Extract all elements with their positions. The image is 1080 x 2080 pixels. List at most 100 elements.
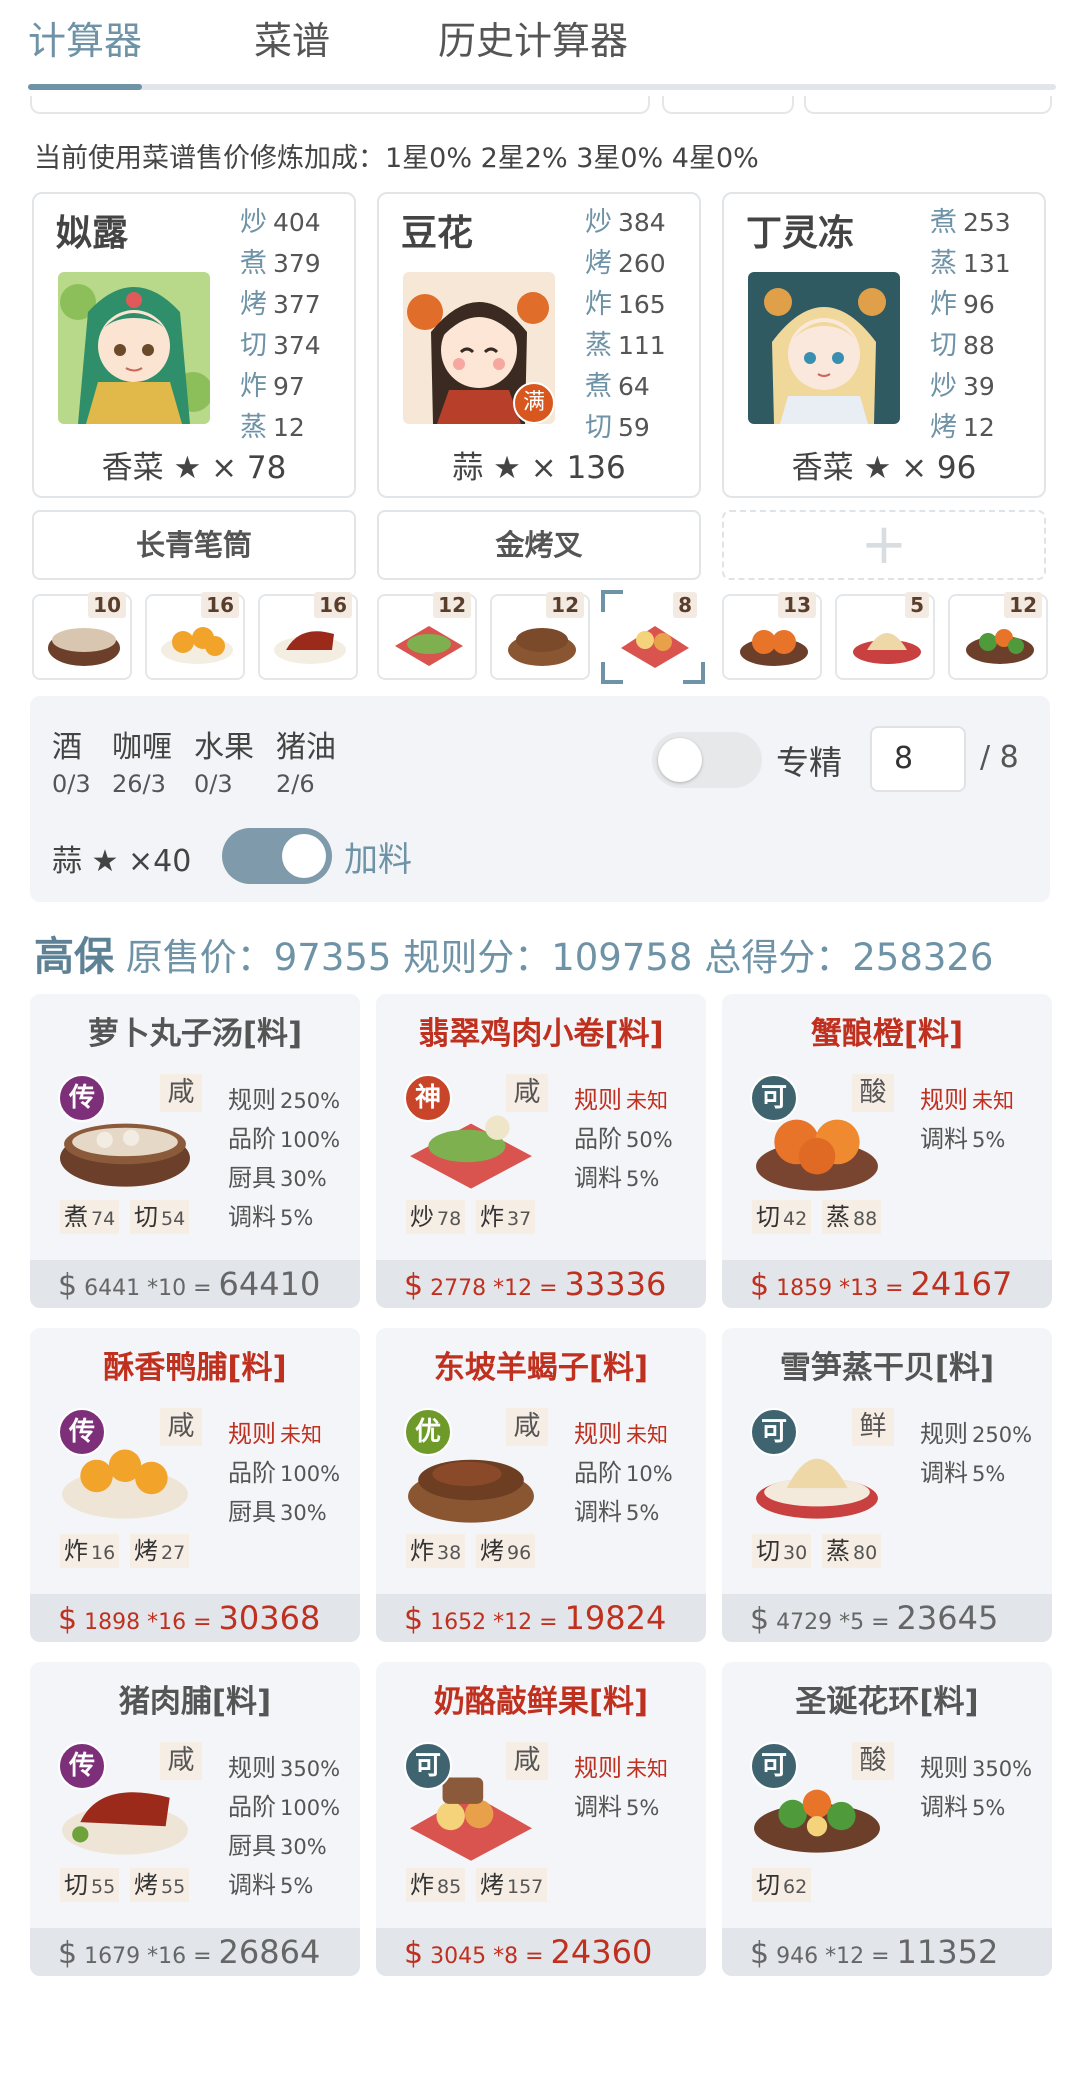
- dish-price-row: $ 1859 *13 = 24167: [722, 1260, 1052, 1308]
- dish-slot-selected[interactable]: 8: [601, 590, 705, 684]
- stat-label: 调料: [574, 1498, 622, 1526]
- tab-history-calculator[interactable]: 历史计算器: [438, 10, 628, 65]
- condition-label: 酒: [52, 730, 82, 765]
- currency-symbol: $: [750, 1936, 770, 1971]
- chef-card[interactable]: 豆花 满 炒 384 烤 260 炸 165 蒸 111 煮 64 切 59 蒜 ★ × 1…: [377, 192, 701, 498]
- collapsed-select[interactable]: [804, 96, 1052, 114]
- price-formula: 1898 *16: [84, 1610, 187, 1635]
- dish-title: 雪笋蒸干贝[料]: [779, 1350, 995, 1386]
- stat-value: 100%: [280, 1128, 341, 1152]
- dish-card[interactable]: 翡翠鸡肉小卷[料] 神咸规则 未知 品阶 50% 调料 5% 炒 78 炸 37 $ 2778 *12…: [376, 994, 706, 1308]
- req-label: 蒸: [826, 1203, 850, 1231]
- dish-stats: 规则 250% 调料 5%: [920, 1414, 1032, 1492]
- stat-label: 调料: [228, 1203, 276, 1231]
- condition-value: 0/3: [52, 770, 91, 798]
- req-value: 78: [437, 1208, 462, 1230]
- req-label: 炒: [410, 1203, 434, 1231]
- skill-label: 蒸: [240, 412, 267, 443]
- dish-stat: 调料 5%: [228, 1197, 340, 1236]
- toggle-knob: [658, 738, 702, 782]
- dish-slot[interactable]: 10: [32, 592, 132, 680]
- chef-skill-list: 炒 384 烤 260 炸 165 蒸 111 煮 64 切 59: [585, 200, 666, 446]
- dish-card[interactable]: 奶酪敲鲜果[料] 可 咸规则 未知 调料 5% 炸 85 烤 157 $ 3045 *8 = 243…: [376, 1662, 706, 1976]
- dish-slot[interactable]: 16: [145, 592, 245, 680]
- dish-card[interactable]: 圣诞花环[料] 可酸规则 350% 调料 5% 切 62 $ 946 *12 = 11352: [722, 1662, 1052, 1976]
- dish-card[interactable]: 萝卜丸子汤[料] 传咸规则 250% 品阶 100% 厨具 30% 调料 5% 煮 74 切 54 $ 6…: [30, 994, 360, 1308]
- dish-stats: 规则 未知 调料 5%: [920, 1080, 1014, 1158]
- dish-total: 24167: [910, 1265, 1013, 1303]
- skill-value: 64: [618, 372, 650, 401]
- price-formula: 4729 *5: [776, 1610, 865, 1635]
- req-value: 88: [853, 1208, 878, 1230]
- mastery-label: 专精: [776, 743, 842, 782]
- dish-stat: 厨具 30%: [228, 1826, 340, 1865]
- taste-badge: 咸: [506, 1742, 548, 1780]
- dish-stat: 品阶 10%: [574, 1453, 673, 1492]
- dish-stat: 品阶 100%: [228, 1787, 340, 1826]
- recipe-bonus-text: 当前使用菜谱售价修炼加成：1星0% 2星2% 3星0% 4星0%: [34, 143, 759, 174]
- req-label: 烤: [134, 1871, 158, 1899]
- stat-value: 未知: [626, 1423, 668, 1447]
- req-label: 炸: [410, 1871, 434, 1899]
- dish-card[interactable]: 东坡羊蝎子[料] 优咸规则 未知 品阶 10% 调料 5% 炸 38 烤 96 $ 1652 *12 …: [376, 1328, 706, 1642]
- skill-value: 374: [273, 331, 321, 360]
- equals-sign: =: [193, 1276, 212, 1301]
- stat-value: 100%: [280, 1796, 341, 1820]
- price-formula: 3045 *8: [430, 1944, 519, 1969]
- skill-requirement: 炸 37: [476, 1200, 536, 1234]
- dish-card[interactable]: 酥香鸭脯[料] 传咸规则 未知 品阶 100% 厨具 30% 炸 16 烤 27 $ 1898 *16…: [30, 1328, 360, 1642]
- chef-card[interactable]: 姒露 炒 404 煮 379 烤 377 切 374 炸 97 蒸 12 香菜 ★ × 78: [32, 192, 356, 498]
- mastery-toggle[interactable]: [652, 732, 762, 788]
- dish-slot[interactable]: 12: [377, 592, 477, 680]
- skill-label: 切: [585, 412, 612, 443]
- add-equipment-button[interactable]: +: [722, 510, 1046, 580]
- tab-recipes[interactable]: 菜谱: [254, 10, 330, 65]
- skill-label: 炸: [585, 289, 612, 320]
- skill-label: 煮: [240, 248, 267, 279]
- garlic-count: 蒜 ★ ×40: [52, 844, 192, 879]
- dish-card[interactable]: 蟹酿橙[料] 可 酸规则 未知 调料 5% 切 42 蒸 88 $ 1859 *13 = 24167: [722, 994, 1052, 1308]
- extra-ingredient-toggle[interactable]: [222, 828, 332, 884]
- dish-card[interactable]: 猪肉脯[料] 传咸规则 350% 品阶 100% 厨具 30% 调料 5% 切 55 烤 55 $ 167…: [30, 1662, 360, 1976]
- dish-slot[interactable]: 13: [722, 592, 822, 680]
- chef-card[interactable]: 丁灵冻 煮 253 蒸 131 炸 96 切 88 炒 39 烤 12 香菜 ★ × 96: [722, 192, 1046, 498]
- equals-sign: =: [525, 1944, 544, 1969]
- dish-slot[interactable]: 16: [258, 592, 358, 680]
- req-label: 蒸: [826, 1537, 850, 1565]
- price-formula: 1652 *12: [430, 1610, 533, 1635]
- equipment-slot[interactable]: 长青笔筒: [32, 510, 356, 580]
- stat-value: 未知: [972, 1089, 1014, 1113]
- req-value: 37: [507, 1208, 532, 1230]
- skill-requirement: 炸 85: [406, 1868, 466, 1902]
- chef-portrait: 满: [403, 272, 555, 424]
- dish-total: 33336: [564, 1265, 667, 1303]
- stat-label: 调料: [920, 1793, 968, 1821]
- dish-title: 奶酪敲鲜果[料]: [433, 1684, 649, 1720]
- currency-symbol: $: [750, 1602, 770, 1637]
- collapsed-select[interactable]: [30, 96, 650, 114]
- dish-price-row: $ 6441 *10 = 64410: [30, 1260, 360, 1308]
- skill-requirement: 切 30: [752, 1534, 812, 1568]
- skill-label: 炸: [930, 289, 957, 320]
- dish-stat: 调料 5%: [574, 1492, 673, 1531]
- currency-symbol: $: [404, 1936, 424, 1971]
- chef-ingredient: 香菜 ★ × 96: [791, 450, 977, 486]
- equipment-slot[interactable]: 金烤叉: [377, 510, 701, 580]
- dish-slot[interactable]: 12: [948, 592, 1048, 680]
- dish-slot[interactable]: 5: [835, 592, 935, 680]
- collapsed-select[interactable]: [662, 96, 794, 114]
- mastery-input[interactable]: 8: [870, 726, 966, 792]
- skill-value: 59: [618, 413, 650, 442]
- dish-title: 酥香鸭脯[料]: [103, 1350, 287, 1386]
- skill-requirement: 炸 16: [60, 1534, 120, 1568]
- tab-calculator[interactable]: 计算器: [28, 10, 142, 65]
- dish-total: 11352: [896, 1933, 999, 1971]
- req-label: 烤: [480, 1871, 504, 1899]
- dish-slot[interactable]: 12: [490, 592, 590, 680]
- dish-card[interactable]: 雪笋蒸干贝[料] 可鲜规则 250% 调料 5% 切 30 蒸 80 $ 4729 *5 = 23…: [722, 1328, 1052, 1642]
- skill-value: 12: [963, 413, 995, 442]
- stat-label: 调料: [574, 1793, 622, 1821]
- req-label: 切: [64, 1871, 88, 1899]
- dish-price-row: $ 4729 *5 = 23645: [722, 1594, 1052, 1642]
- equals-sign: =: [885, 1276, 904, 1301]
